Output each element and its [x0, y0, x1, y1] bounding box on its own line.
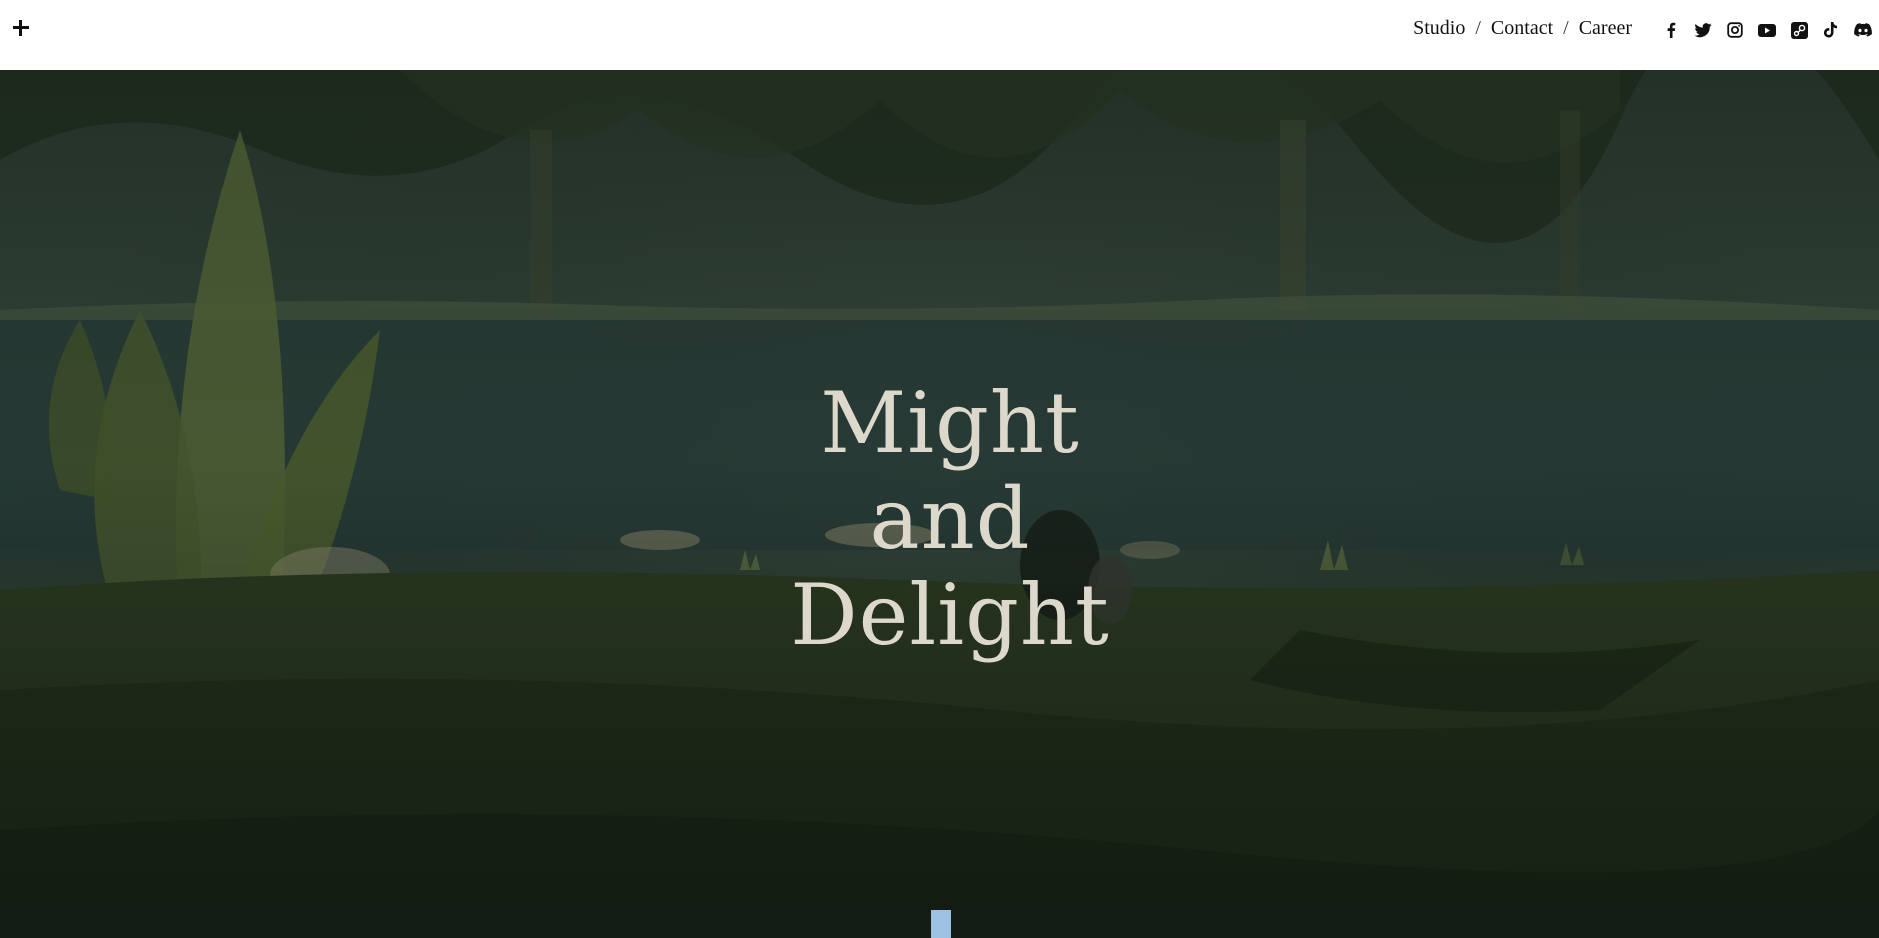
hero-title-line-3: Delight — [790, 566, 1110, 664]
site-header: Studio / Contact / Career — [0, 0, 1879, 70]
plus-icon[interactable] — [10, 17, 32, 39]
hero-section: Might and Delight — [0, 70, 1879, 938]
nav-studio-link[interactable]: Studio — [1413, 17, 1465, 40]
hero-title: Might and Delight — [0, 375, 1879, 663]
instagram-icon[interactable] — [1725, 20, 1745, 40]
social-links — [1661, 20, 1873, 40]
tiktok-icon[interactable] — [1821, 20, 1841, 40]
main-nav: Studio / Contact / Career — [1413, 17, 1632, 40]
youtube-icon[interactable] — [1757, 20, 1777, 40]
discord-icon[interactable] — [1853, 20, 1873, 40]
nav-career-link[interactable]: Career — [1579, 17, 1632, 40]
hero-title-line-1: Might — [820, 374, 1080, 472]
nav-separator: / — [1563, 17, 1569, 39]
nav-contact-link[interactable]: Contact — [1491, 17, 1553, 40]
scroll-down-indicator[interactable] — [931, 910, 951, 938]
twitter-icon[interactable] — [1693, 20, 1713, 40]
facebook-icon[interactable] — [1661, 20, 1681, 40]
nav-separator: / — [1475, 17, 1481, 39]
hero-title-line-2: and — [869, 470, 1031, 568]
steam-icon[interactable] — [1789, 20, 1809, 40]
